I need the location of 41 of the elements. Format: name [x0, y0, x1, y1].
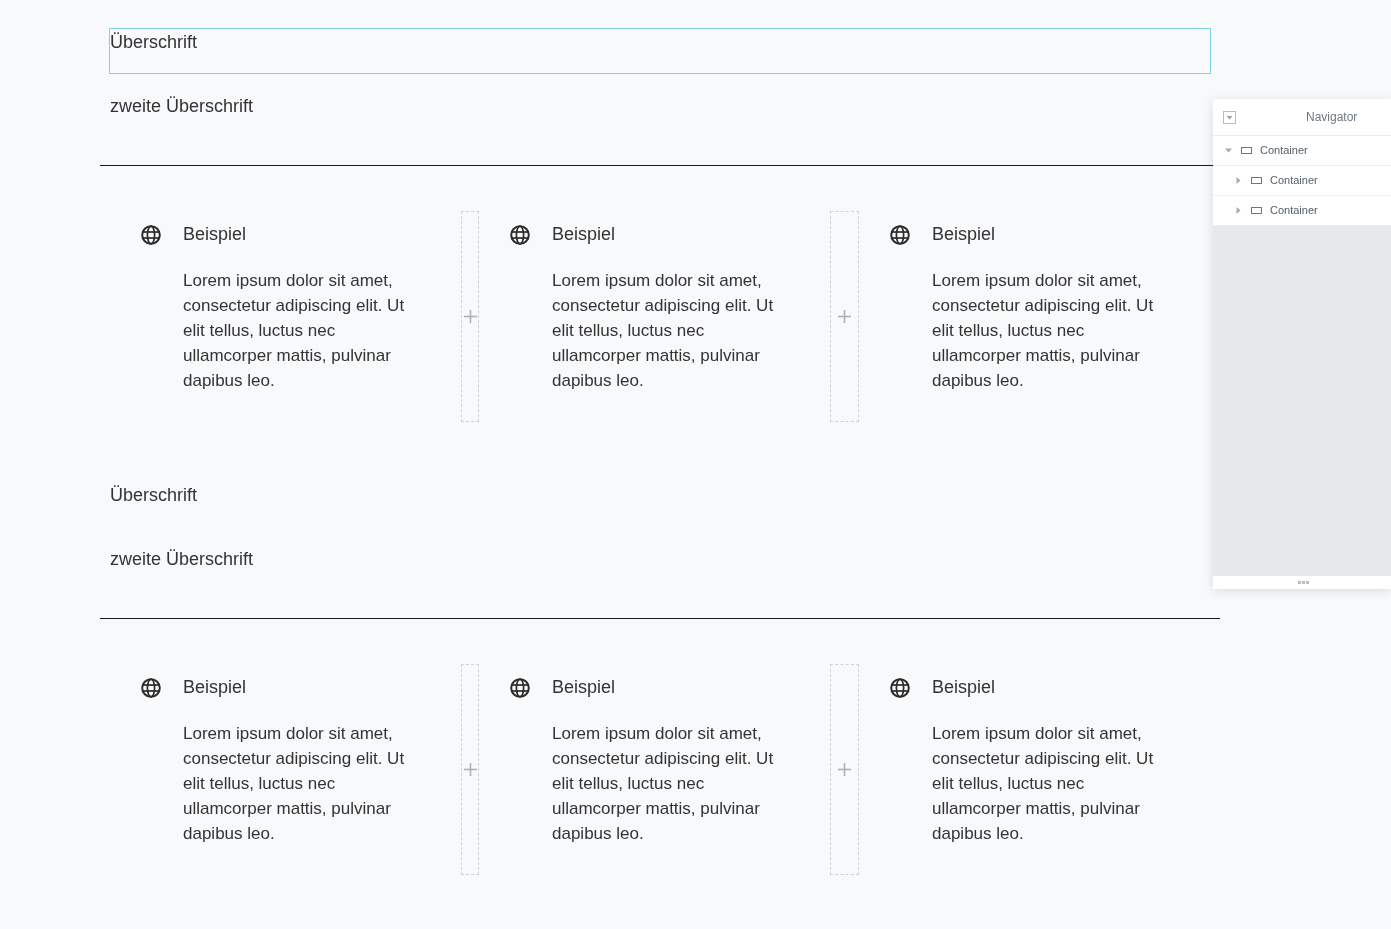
box-text: Lorem ipsum dolor sit amet, consectetur adipiscing elit. Ut elit tellus, luctus nec ullamcorper mattis, pulvinar dapibus leo. — [183, 270, 406, 392]
box-title: Beispiel — [932, 676, 996, 699]
box-title: Beispiel — [183, 223, 247, 246]
caret-right-icon[interactable] — [1235, 177, 1242, 184]
box-title: Beispiel — [183, 676, 247, 699]
box-title: Beispiel — [552, 223, 616, 246]
box-text: Lorem ipsum dolor sit amet, consectetur adipiscing elit. Ut elit tellus, luctus nec ullamcorper mattis, pulvinar dapibus leo. — [932, 270, 1155, 392]
drop-zone[interactable] — [461, 664, 479, 875]
subheading: zweite Überschrift — [110, 95, 254, 118]
box-text: Lorem ipsum dolor sit amet, consectetur adipiscing elit. Ut elit tellus, luctus nec ullamcorper mattis, pulvinar dapibus leo. — [552, 270, 775, 392]
tree-item[interactable]: Container — [1213, 166, 1391, 196]
globe-icon — [890, 225, 910, 245]
globe-icon — [510, 678, 530, 698]
drop-zone[interactable] — [461, 211, 479, 422]
drop-zone[interactable] — [830, 211, 859, 422]
panel-title: Navigator — [1306, 110, 1358, 125]
plus-icon — [838, 310, 851, 323]
drop-zone[interactable] — [830, 664, 859, 875]
heading-block[interactable]: Überschrift — [109, 28, 1211, 74]
container-icon — [1251, 207, 1262, 214]
caret-right-icon[interactable] — [1235, 207, 1242, 214]
globe-icon — [141, 678, 161, 698]
plus-icon — [838, 763, 851, 776]
caret-down-icon[interactable] — [1225, 147, 1232, 154]
globe-icon — [890, 678, 910, 698]
box-text: Lorem ipsum dolor sit amet, consectetur adipiscing elit. Ut elit tellus, luctus nec ullamcorper mattis, pulvinar dapibus leo. — [183, 723, 406, 845]
box-text: Lorem ipsum dolor sit amet, consectetur adipiscing elit. Ut elit tellus, luctus nec ullamcorper mattis, pulvinar dapibus leo. — [932, 723, 1155, 845]
globe-icon — [510, 225, 530, 245]
plus-icon — [463, 310, 477, 323]
collapse-icon[interactable] — [1223, 110, 1236, 124]
container-icon — [1251, 177, 1262, 184]
box-title: Beispiel — [932, 223, 996, 246]
subheading: zweite Überschrift — [110, 548, 254, 571]
box-title: Beispiel — [552, 676, 616, 699]
heading-block[interactable]: Überschrift — [109, 481, 1211, 527]
container-icon — [1241, 147, 1252, 154]
tree-item[interactable]: Container — [1213, 136, 1391, 166]
box-text: Lorem ipsum dolor sit amet, consectetur adipiscing elit. Ut elit tellus, luctus nec ullamcorper mattis, pulvinar dapibus leo. — [552, 723, 775, 845]
resize-handle-icon[interactable] — [1297, 581, 1309, 584]
plus-icon — [463, 763, 477, 776]
globe-icon — [141, 225, 161, 245]
